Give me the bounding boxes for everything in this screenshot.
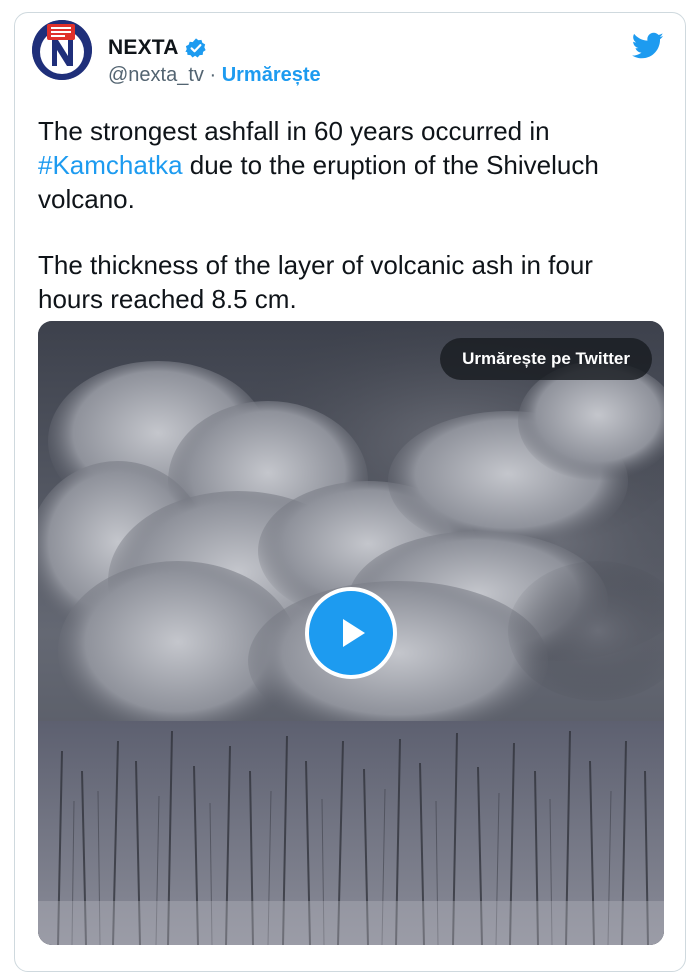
separator: ·: [203, 64, 222, 86]
tweet-text-part-1: The strongest ashfall in 60 years occurr…: [38, 116, 550, 146]
video-player[interactable]: Urmărește pe Twitter: [38, 321, 664, 945]
tweet-paragraph-1: The strongest ashfall in 60 years occurr…: [38, 114, 658, 216]
play-icon: [343, 619, 365, 647]
play-button[interactable]: [305, 587, 397, 679]
hashtag-link[interactable]: #Kamchatka: [38, 150, 183, 180]
handle-row: @nexta_tv · Urmărește: [108, 64, 321, 87]
twitter-bird-icon[interactable]: [632, 32, 664, 60]
author-name-row[interactable]: NEXTA: [108, 36, 207, 60]
tweet-text: The strongest ashfall in 60 years occurr…: [38, 114, 658, 316]
follow-link[interactable]: Urmărește: [222, 64, 321, 86]
nexta-logo-icon: [32, 20, 92, 80]
watch-on-twitter-button[interactable]: Urmărește pe Twitter: [440, 338, 652, 380]
handle[interactable]: @nexta_tv: [108, 64, 204, 86]
display-name[interactable]: NEXTA: [108, 36, 179, 60]
avatar[interactable]: [32, 20, 92, 80]
tweet-paragraph-2: The thickness of the layer of volcanic a…: [38, 250, 593, 314]
verified-badge-icon: [185, 38, 206, 58]
